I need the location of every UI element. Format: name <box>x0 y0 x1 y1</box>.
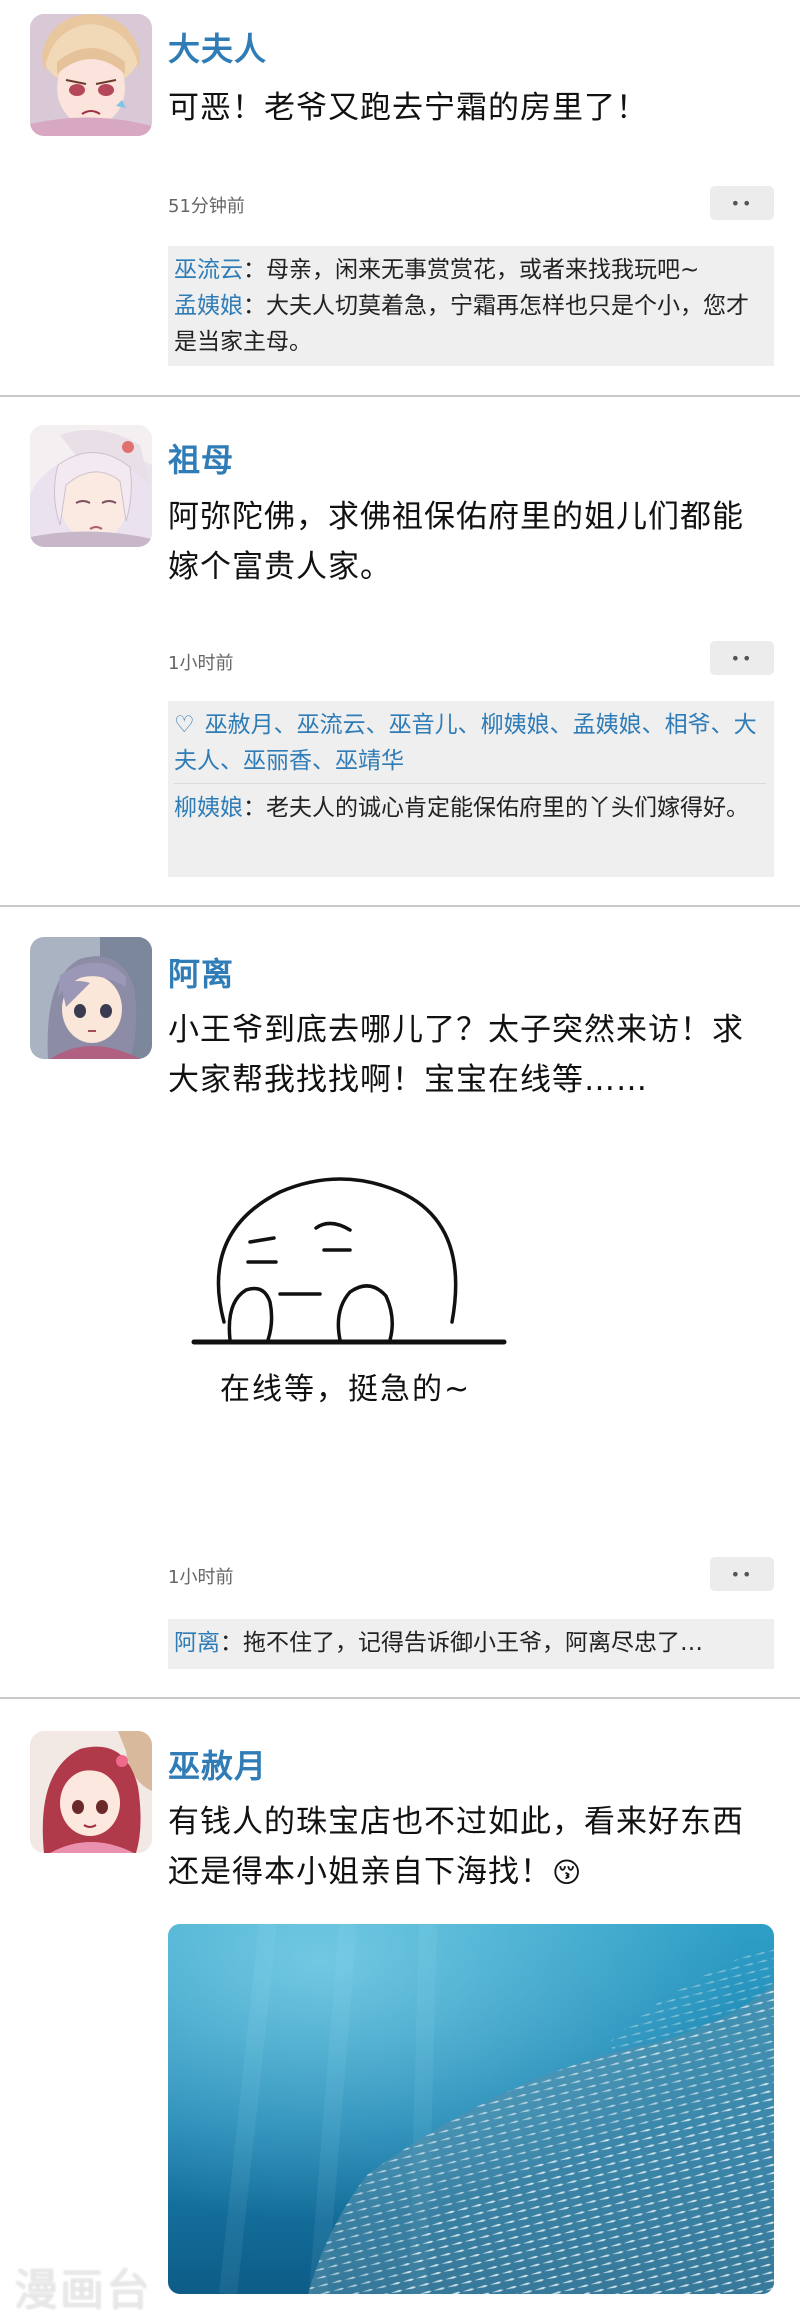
avatar[interactable] <box>30 937 152 1059</box>
like-user[interactable]: 巫音儿 <box>389 712 458 738</box>
like-user[interactable]: 巫流云 <box>297 712 366 738</box>
watermark-logo: 漫画台 <box>14 2265 152 2316</box>
comment-text: 老夫人的诚心肯定能保佑府里的丫头们嫁得好。 <box>266 795 749 821</box>
like-user[interactable]: 柳姨娘 <box>481 712 550 738</box>
comment-text: 母亲，闲来无事赏赏花，或者来找我玩吧~ <box>266 257 700 283</box>
like-user[interactable]: 巫赦月 <box>205 712 274 738</box>
likes-list: ♡ 巫赦月、巫流云、巫音儿、柳姨娘、孟姨娘、相爷、大夫人、巫丽香、巫靖华 <box>174 707 766 779</box>
comment-author[interactable]: 巫流云 <box>174 257 243 283</box>
like-separator: 、 <box>641 712 665 738</box>
more-dots-icon: •• <box>730 648 754 668</box>
like-separator: 、 <box>273 712 297 738</box>
avatar[interactable] <box>30 1731 152 1853</box>
like-user[interactable]: 相爷 <box>665 712 711 738</box>
post-time: 1小时前 <box>168 653 234 674</box>
post-time: 51分钟前 <box>168 196 245 217</box>
post-text: 阿弥陀佛，求佛祖保佑府里的姐儿们都能嫁个富贵人家。 <box>168 499 744 585</box>
more-dots-icon: •• <box>730 1564 754 1584</box>
comment-item: 孟姨娘：大夫人切莫着急，宁霜再怎样也只是个小，您才是当家主母。 <box>174 293 749 355</box>
like-separator: 、 <box>365 712 389 738</box>
like-user[interactable]: 巫靖华 <box>335 748 404 774</box>
heart-outline-icon[interactable]: ♡ <box>174 712 195 738</box>
more-button[interactable]: •• <box>710 641 774 675</box>
kissing-face-emoji: 😚 <box>552 1856 583 1889</box>
meme-image[interactable]: 在线等，挺急的~ <box>190 1172 590 1412</box>
divider <box>174 783 766 784</box>
post-author[interactable]: 大夫人 <box>168 24 267 70</box>
post-photo[interactable] <box>168 1924 774 2294</box>
post-text: 有钱人的珠宝店也不过如此，看来好东西还是得本小姐亲自下海找！😚 <box>168 1804 744 1890</box>
post-author[interactable]: 巫赦月 <box>168 1741 267 1787</box>
post-text: 小王爷到底去哪儿了？太子突然来访！求大家帮我找找啊！宝宝在线等…… <box>168 1012 744 1098</box>
like-user[interactable]: 巫丽香 <box>243 748 312 774</box>
meme-caption: 在线等，挺急的~ <box>220 1372 472 1407</box>
comment-item: 柳姨娘：老夫人的诚心肯定能保佑府里的丫头们嫁得好。 <box>174 795 749 821</box>
avatar[interactable] <box>30 14 152 136</box>
comment-item: 巫流云：母亲，闲来无事赏赏花，或者来找我玩吧~ <box>174 257 700 283</box>
more-dots-icon: •• <box>730 193 754 213</box>
like-user[interactable]: 孟姨娘 <box>573 712 642 738</box>
comment-text: 拖不住了，记得告诉御小王爷，阿离尽忠了… <box>243 1630 703 1656</box>
post-author[interactable]: 阿离 <box>168 949 234 995</box>
avatar[interactable] <box>30 425 152 547</box>
comment-author[interactable]: 孟姨娘 <box>174 293 243 319</box>
more-button[interactable]: •• <box>710 1557 774 1591</box>
comment-box: 巫流云：母亲，闲来无事赏赏花，或者来找我玩吧~ 孟姨娘：大夫人切莫着急，宁霜再怎… <box>168 246 774 366</box>
like-separator: 、 <box>312 748 335 774</box>
post-time: 1小时前 <box>168 1567 234 1588</box>
like-separator: 、 <box>710 712 734 738</box>
like-separator: 、 <box>549 712 573 738</box>
post-card: 祖母 阿弥陀佛，求佛祖保佑府里的姐儿们都能嫁个富贵人家。 1小时前 •• ♡ 巫赦… <box>0 397 800 907</box>
comment-item: 阿离：拖不住了，记得告诉御小王爷，阿离尽忠了… <box>174 1630 703 1656</box>
post-card: 大夫人 可恶！老爷又跑去宁霜的房里了！ 51分钟前 •• 巫流云：母亲，闲来无事… <box>0 0 800 397</box>
more-button[interactable]: •• <box>710 186 774 220</box>
post-text: 可恶！老爷又跑去宁霜的房里了！ <box>168 90 648 126</box>
comment-box: ♡ 巫赦月、巫流云、巫音儿、柳姨娘、孟姨娘、相爷、大夫人、巫丽香、巫靖华 柳姨娘：… <box>168 701 774 877</box>
post-author[interactable]: 祖母 <box>168 435 234 481</box>
post-card: 阿离 小王爷到底去哪儿了？太子突然来访！求大家帮我找找啊！宝宝在线等…… 在线等… <box>0 907 800 1699</box>
comment-author[interactable]: 柳姨娘 <box>174 795 243 821</box>
like-separator: 、 <box>220 748 243 774</box>
fish-school-photo <box>168 1924 774 2294</box>
comment-author[interactable]: 阿离 <box>174 1630 220 1656</box>
post-card: 巫赦月 有钱人的珠宝店也不过如此，看来好东西还是得本小姐亲自下海找！😚 <box>0 1699 800 2315</box>
like-separator: 、 <box>457 712 481 738</box>
comment-box: 阿离：拖不住了，记得告诉御小王爷，阿离尽忠了… <box>168 1619 774 1669</box>
